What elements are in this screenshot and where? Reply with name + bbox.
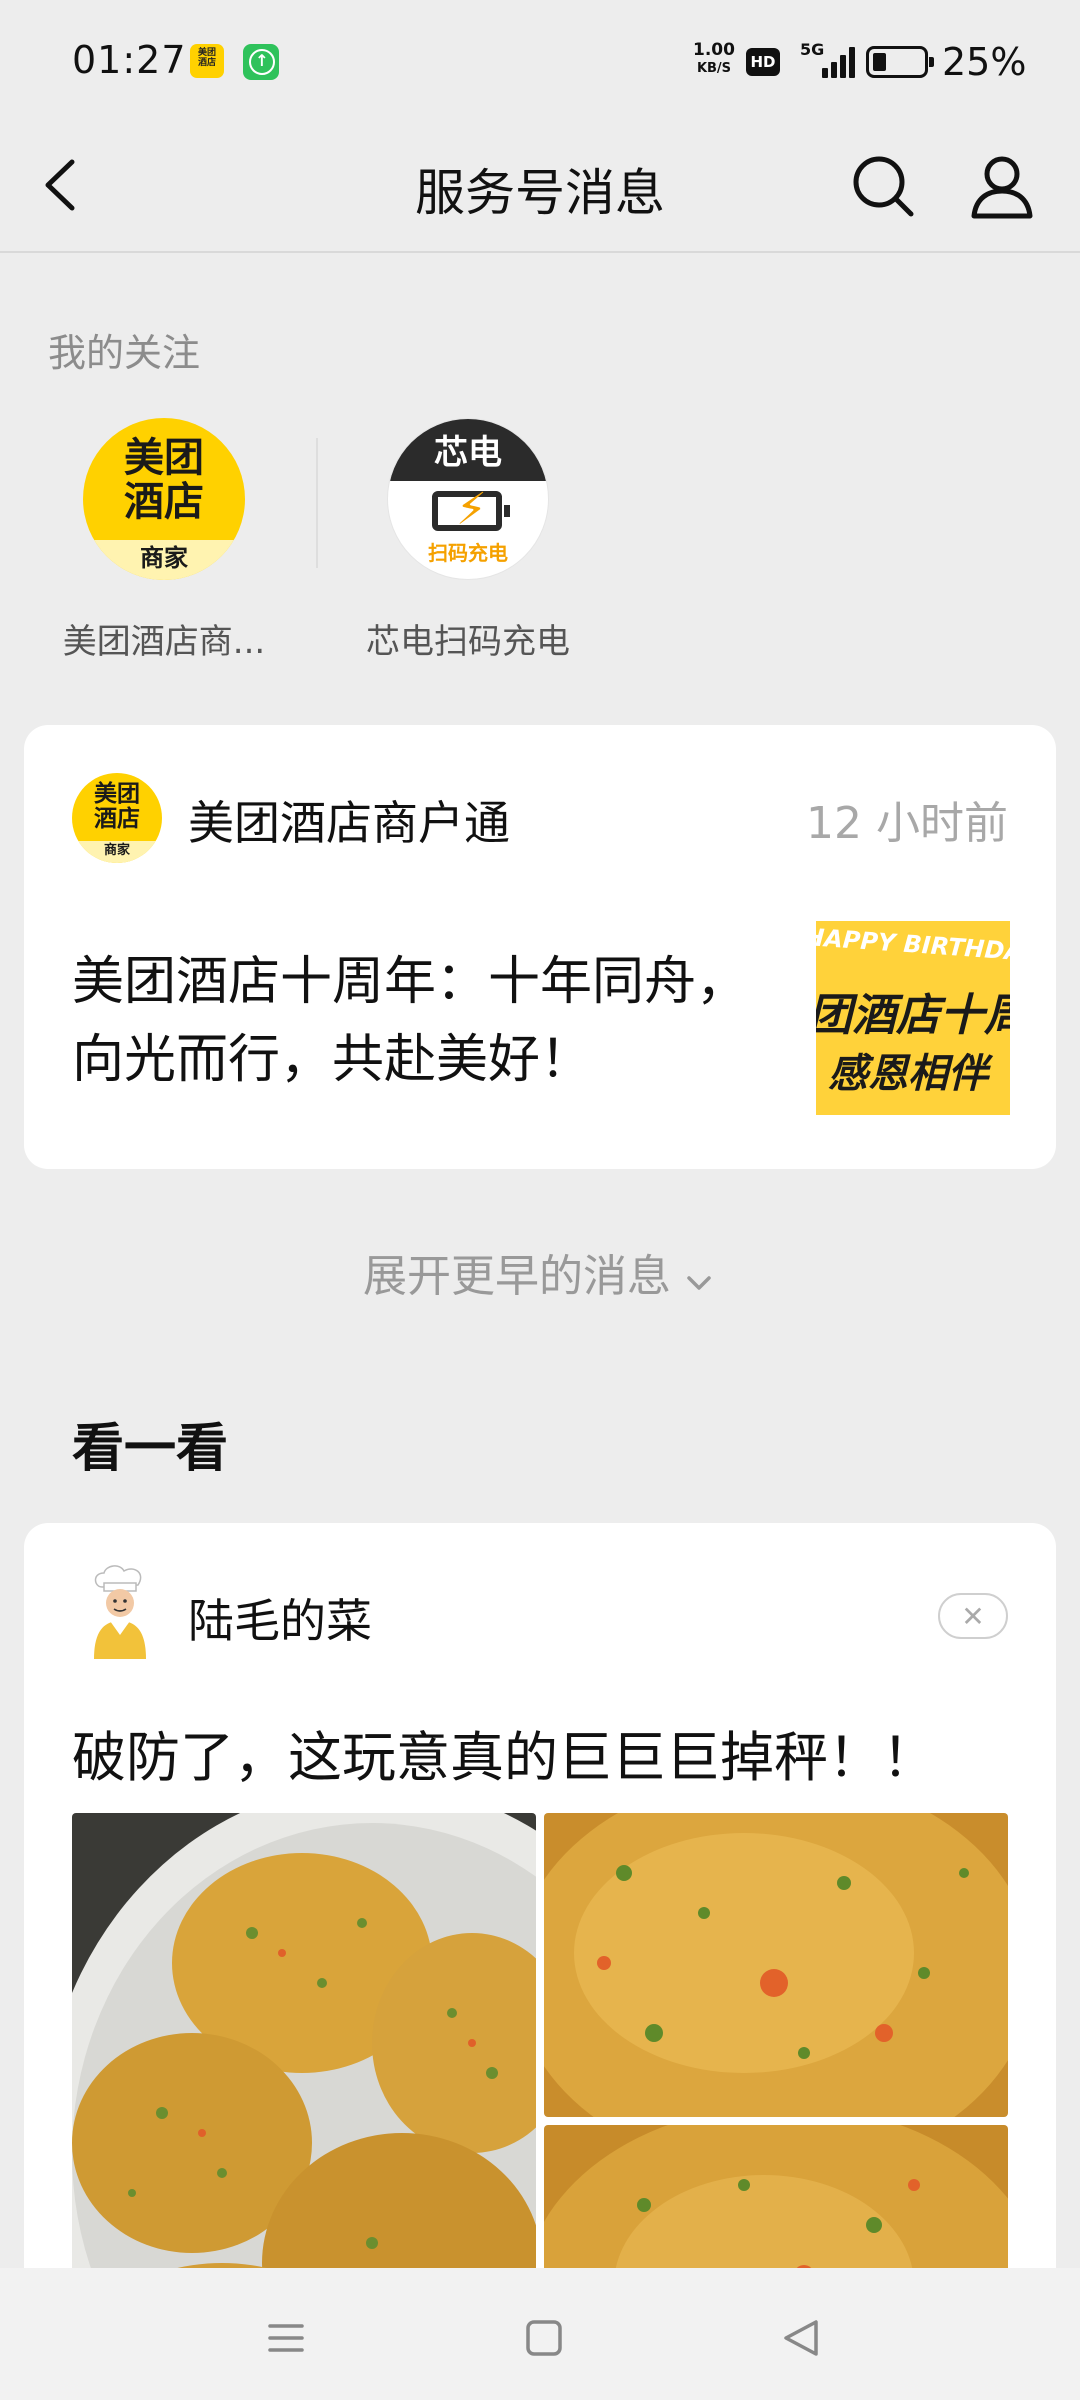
network-speed-unit: KB/S xyxy=(696,61,732,76)
avatar[interactable]: 美团 酒店 商家 xyxy=(72,773,162,863)
divider xyxy=(316,438,318,568)
chevron-down-icon xyxy=(681,1261,717,1297)
logo-line1: 美团 xyxy=(124,435,204,481)
logo-bottom: 扫码充电 xyxy=(428,541,508,565)
upload-notification-icon xyxy=(243,44,279,80)
message-card[interactable]: 美团 酒店 商家 美团酒店商户通 12 小时前 美团酒店十周年：十年同舟，向光而… xyxy=(24,725,1056,1169)
message-text[interactable]: 美团酒店十周年：十年同舟，向光而行，共赴美好！ xyxy=(72,943,772,1099)
message-sender[interactable]: 美团酒店商户通 xyxy=(188,787,510,853)
person-icon[interactable] xyxy=(964,148,1040,224)
section-title: 看一看 xyxy=(72,1419,229,1479)
expand-label: 展开更早的消息 xyxy=(363,1251,671,1302)
network-type-label: 5G xyxy=(800,40,825,59)
battery-percent: 25% xyxy=(942,40,1027,84)
avatar: 美团 酒店 商家 xyxy=(83,418,245,580)
logo-top: 芯电 xyxy=(388,419,548,481)
following-item-xindian[interactable]: 芯电 ⚡ 扫码充电 芯电扫码充电 xyxy=(358,418,578,663)
thumbnail-line2: 团酒店十周 xyxy=(816,990,1010,1041)
following-section-title: 我的关注 xyxy=(48,331,201,375)
network-speed: 1.00 KB/S xyxy=(686,42,742,77)
article-author[interactable]: 陆毛的菜 xyxy=(188,1585,372,1651)
message-time: 12 小时前 xyxy=(806,798,1008,849)
article-image[interactable] xyxy=(544,1813,1008,2117)
menu-icon[interactable] xyxy=(256,2308,316,2368)
top-nav-bar: 服务号消息 xyxy=(0,128,1080,253)
square-home-icon[interactable] xyxy=(514,2308,574,2368)
search-icon[interactable] xyxy=(845,148,921,224)
thumbnail-line3: 感恩相伴 xyxy=(828,1051,988,1097)
status-time: 01:27 xyxy=(72,38,187,82)
lightning-icon: ⚡ xyxy=(456,484,487,535)
signal-icon xyxy=(822,46,856,78)
expand-earlier-messages-button[interactable]: 展开更早的消息 xyxy=(0,1240,1080,1304)
meituan-notification-icon-line2: 酒店 xyxy=(197,58,216,68)
avatar-line1: 美团 xyxy=(94,781,140,807)
avatar-line3: 商家 xyxy=(72,841,162,863)
battery-icon xyxy=(866,46,934,78)
avatar-line2: 酒店 xyxy=(94,806,140,832)
following-item-label: 芯电扫码充电 xyxy=(366,622,570,662)
following-item-label: 美团酒店商... xyxy=(62,622,266,662)
thumbnail-line1: HAPPY BIRTHDAY xyxy=(816,922,1010,968)
triangle-back-icon[interactable] xyxy=(772,2308,832,2368)
meituan-notification-icon: 美团 酒店 xyxy=(190,44,224,78)
logo-line2: 酒店 xyxy=(124,479,204,525)
network-speed-value: 1.00 xyxy=(693,40,735,60)
system-nav-bar xyxy=(0,2268,1080,2400)
meituan-notification-icon-line1: 美团 xyxy=(197,48,216,58)
chef-avatar-icon[interactable] xyxy=(80,1565,160,1661)
message-thumbnail[interactable]: HAPPY BIRTHDAY 团酒店十周 感恩相伴 xyxy=(816,921,1010,1115)
logo-line3: 商家 xyxy=(83,540,245,580)
hd-voice-icon: HD xyxy=(746,48,780,76)
status-bar: 01:27 美团 酒店 1.00 KB/S HD 5G 25% xyxy=(0,0,1080,128)
avatar: 芯电 ⚡ 扫码充电 xyxy=(387,418,549,580)
close-icon[interactable] xyxy=(938,1593,1008,1639)
article-title[interactable]: 破防了，这玩意真的巨巨巨掉秤！！ xyxy=(72,1713,936,1792)
following-item-meituan[interactable]: 美团 酒店 商家 美团酒店商... xyxy=(54,418,274,663)
